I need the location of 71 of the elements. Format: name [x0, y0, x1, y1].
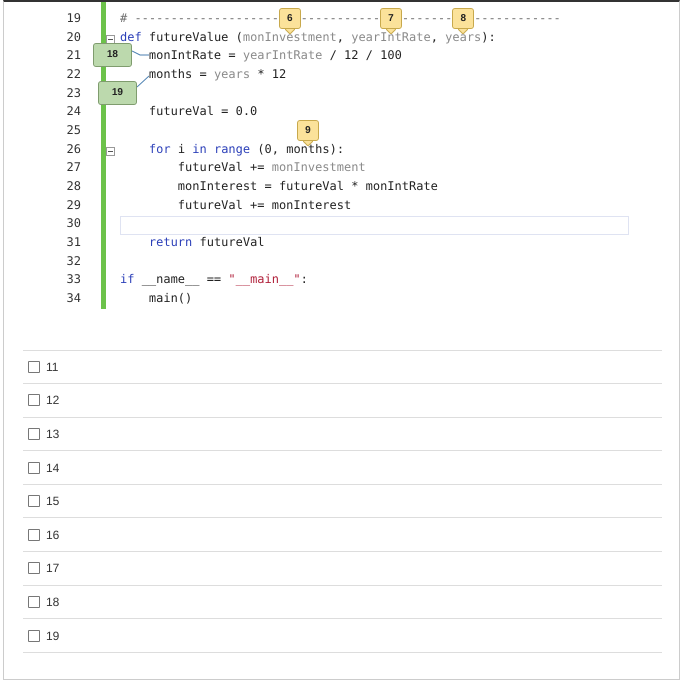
- line-number: 27: [66, 160, 81, 176]
- line-number: 33: [66, 272, 81, 288]
- line-number: 22: [66, 66, 81, 83]
- option-label: 12: [46, 393, 60, 408]
- code-text: yearIntRate: [242, 48, 322, 62]
- checkbox[interactable]: [28, 596, 40, 608]
- line-number: 34: [66, 290, 81, 307]
- checkbox[interactable]: [28, 630, 40, 642]
- code-text: -------: [402, 11, 452, 25]
- code-text: years: [214, 66, 250, 81]
- code-text: # --------------------: [120, 11, 279, 25]
- code-text: ,: [430, 30, 439, 44]
- option-label: 16: [46, 528, 60, 542]
- line-number: 30: [66, 216, 81, 232]
- line-number: 20: [66, 30, 81, 46]
- collapse-icon[interactable]: [106, 146, 115, 156]
- code-text: futureValue (: [148, 30, 243, 44]
- line-number: 24: [66, 104, 81, 120]
- checkbox[interactable]: [28, 428, 40, 440]
- line-number: 29: [66, 198, 81, 214]
- code-text: :: [300, 272, 308, 286]
- code-text: futureVal: [200, 234, 265, 249]
- line-number: 28: [66, 178, 81, 195]
- code-text: futureVal = 0.0: [148, 104, 258, 118]
- code-text: main(): [148, 290, 192, 305]
- code-text: futureVal += monInterest: [178, 198, 352, 212]
- option-label: 19: [46, 628, 60, 643]
- code-text: =: [200, 66, 208, 81]
- collapse-icon[interactable]: [106, 34, 115, 44]
- code-text: / 12 / 100: [330, 48, 402, 62]
- option-label: 11: [46, 360, 58, 374]
- option-label: 15: [46, 494, 60, 508]
- code-text: return: [148, 234, 192, 249]
- option-label: 13: [46, 426, 60, 441]
- line-number: 32: [66, 254, 81, 270]
- code-text: ):: [330, 142, 344, 156]
- line-number: 19: [66, 11, 81, 27]
- code-text: for: [148, 142, 171, 156]
- checkbox[interactable]: [28, 462, 40, 474]
- code-text: ------------: [474, 11, 561, 25]
- code-text: range: [214, 142, 250, 156]
- code-text: ):: [481, 30, 496, 44]
- line-number: 23: [66, 86, 81, 102]
- code-text: def: [120, 30, 142, 44]
- code-text: ,: [336, 30, 345, 44]
- checkbox[interactable]: [28, 360, 40, 373]
- code-text: i: [178, 142, 186, 156]
- code-text: -----------: [300, 11, 380, 25]
- code-text: __name__ ==: [142, 272, 222, 286]
- checkbox[interactable]: [28, 562, 40, 574]
- code-text: "__main__": [228, 272, 301, 286]
- code-text: (0,: [257, 142, 280, 156]
- code-text: monIntRate: [148, 48, 222, 62]
- option-label: 14: [46, 460, 60, 475]
- checkbox[interactable]: [28, 394, 40, 406]
- code-text: in: [192, 142, 207, 156]
- line-number: 21: [66, 48, 81, 64]
- code-text: if: [120, 272, 134, 286]
- checkbox[interactable]: [28, 528, 40, 541]
- code-text: * 12: [257, 66, 286, 81]
- line-number: 31: [66, 234, 81, 251]
- code-text: monInterest = futureVal * monIntRate: [178, 178, 438, 193]
- code-text: =: [228, 48, 237, 62]
- code-text: months: [148, 66, 192, 81]
- code-text: futureVal +=: [178, 160, 266, 174]
- checkbox[interactable]: [28, 495, 40, 508]
- line-number: 26: [66, 142, 81, 158]
- option-label: 18: [46, 594, 60, 609]
- line-number: 25: [66, 122, 81, 139]
- code-text: monInvestment: [272, 160, 366, 174]
- option-label: 17: [46, 561, 60, 576]
